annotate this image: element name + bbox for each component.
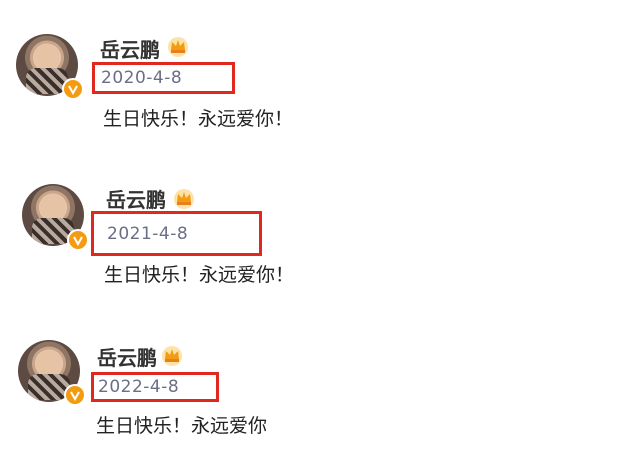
post-date[interactable]: 2020-4-8 [101,68,182,88]
date-highlight-box: 2022-4-8 [91,372,219,402]
verified-icon [67,229,89,251]
crown-icon [168,37,188,57]
post-date[interactable]: 2021-4-8 [107,224,188,244]
crown-icon [162,346,182,366]
post-text: 生日快乐！永远爱你！ [103,108,294,130]
author-name[interactable]: 岳云鹏 [100,34,160,63]
author-name[interactable]: 岳云鹏 [97,342,157,371]
post-text: 生日快乐！永远爱你！ [104,264,295,286]
date-highlight-box: 2021-4-8 [91,211,262,256]
crown-icon [174,189,194,209]
date-highlight-box: 2020-4-8 [92,62,235,94]
post-text: 生日快乐！永远爱你 [96,415,268,437]
author-name[interactable]: 岳云鹏 [106,184,166,213]
post-date[interactable]: 2022-4-8 [98,377,179,397]
verified-icon [62,78,84,100]
verified-icon [64,384,86,406]
